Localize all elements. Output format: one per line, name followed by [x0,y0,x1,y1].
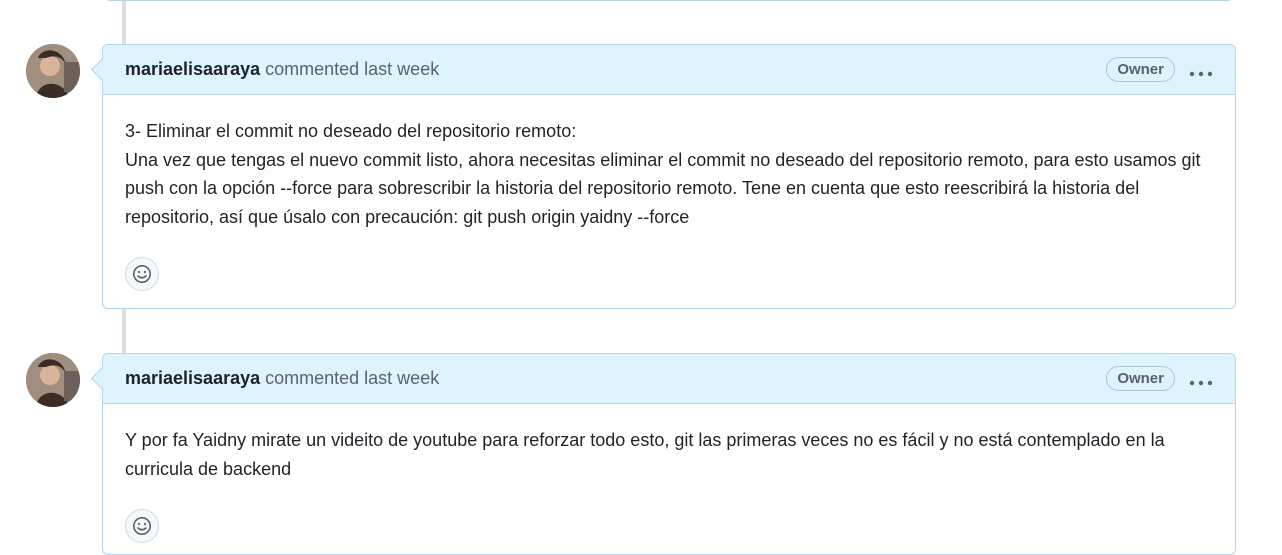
avatar[interactable] [26,353,80,407]
comment-text-line: 3- Eliminar el commit no deseado del rep… [125,121,577,141]
owner-badge: Owner [1106,366,1175,391]
avatar[interactable] [26,44,80,98]
comment-arrow [90,58,113,81]
comment-header: mariaelisaaraya commented last week Owne… [90,354,1235,404]
comment-body: Y por fa Yaidny mirate un videito de you… [103,404,1235,483]
comment-card: mariaelisaaraya commented last week Owne… [90,353,1236,555]
add-reaction-button[interactable] [125,257,159,291]
comment-text-line: Una vez que tengas el nuevo commit listo… [125,149,1201,227]
smiley-icon [133,265,151,283]
comment-text-line: Y por fa Yaidny mirate un videito de you… [125,430,1165,479]
comment-header: mariaelisaaraya commented last week Owne… [90,45,1235,95]
avatar-image [26,353,80,407]
comment-timestamp[interactable]: commented last week [265,368,439,389]
comment-card: mariaelisaaraya commented last week Owne… [90,44,1236,309]
smiley-icon [133,517,151,535]
previous-comment-edge [104,0,1234,1]
author-link[interactable]: mariaelisaaraya [125,368,260,389]
comment-timestamp[interactable]: commented last week [265,59,439,80]
avatar-image [26,44,80,98]
kebab-horizontal-icon[interactable] [1189,57,1213,83]
owner-badge: Owner [1106,57,1175,82]
comment-arrow [90,367,113,390]
add-reaction-button[interactable] [125,509,159,543]
comment-body: 3- Eliminar el commit no deseado del rep… [103,95,1235,231]
kebab-horizontal-icon[interactable] [1189,366,1213,392]
timeline-line [122,308,126,354]
timeline-line [122,0,126,44]
author-link[interactable]: mariaelisaaraya [125,59,260,80]
